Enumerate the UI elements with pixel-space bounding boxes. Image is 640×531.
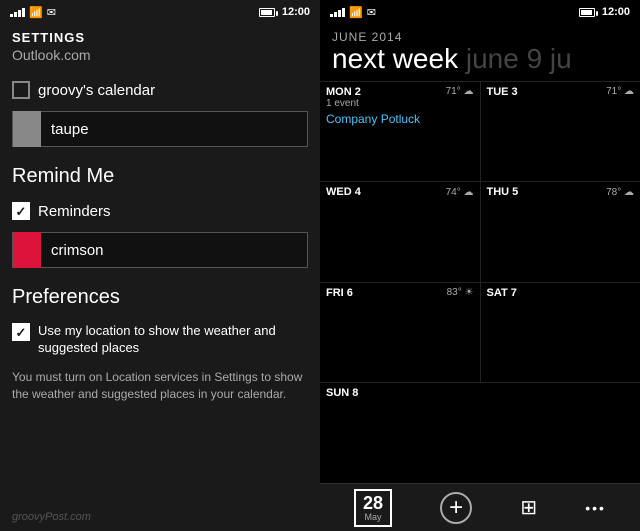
fri6-weather: 83° ☀ xyxy=(447,287,474,298)
day-tue3[interactable]: TUE 3 71° ☁ xyxy=(481,82,640,182)
location-pref-label: Use my location to show the weather and … xyxy=(38,323,308,357)
status-bar-right: 📶 ✉ 12:00 xyxy=(320,0,640,24)
day-sat7[interactable]: SAT 7 xyxy=(481,283,640,383)
cal-date-number: 28 xyxy=(363,494,383,512)
tue3-header: TUE 3 71° ☁ xyxy=(487,86,635,98)
outlook-account: Outlook.com xyxy=(0,47,320,73)
preferences-title: Preferences xyxy=(0,272,320,315)
cal-date-month: May xyxy=(365,512,382,522)
day-wed4[interactable]: WED 4 74° ☁ xyxy=(320,182,481,282)
settings-panel: 📶 ✉ 12:00 SETTINGS Outlook.com groovy's … xyxy=(0,0,320,531)
groovy-calendar-label: groovy's calendar xyxy=(38,82,155,99)
wed4-header: WED 4 74° ☁ xyxy=(326,186,474,198)
calendar-grid: MON 2 71° ☁ 1 event Company Potluck TUE … xyxy=(320,81,640,483)
mon2-header: MON 2 71° ☁ xyxy=(326,86,474,98)
week-row-4: SUN 8 xyxy=(320,382,640,483)
thu5-label: THU 5 xyxy=(487,186,519,198)
fri6-header: FRI 6 83° ☀ xyxy=(326,287,474,299)
cal-date-widget[interactable]: 28 May xyxy=(354,489,392,527)
wed4-label: WED 4 xyxy=(326,186,361,198)
reminders-check-row[interactable]: Reminders xyxy=(0,194,320,228)
battery-icon-right xyxy=(579,8,595,17)
settings-title: SETTINGS xyxy=(0,24,320,47)
fri6-label: FRI 6 xyxy=(326,287,353,299)
month-year-label: JUNE 2014 xyxy=(332,30,628,44)
add-event-button[interactable]: + xyxy=(432,488,480,528)
location-pref-row[interactable]: Use my location to show the weather and … xyxy=(0,315,320,365)
wifi-icon: 📶 xyxy=(29,6,43,19)
view-toggle-button[interactable]: ⊞ xyxy=(512,494,545,522)
remind-me-title: Remind Me xyxy=(0,151,320,194)
crimson-swatch xyxy=(13,232,41,268)
status-bar-left: 📶 ✉ 12:00 xyxy=(0,0,320,24)
taupe-color-row[interactable]: taupe xyxy=(12,111,308,147)
calendar-check-row[interactable]: groovy's calendar xyxy=(0,73,320,107)
day-fri6[interactable]: FRI 6 83° ☀ xyxy=(320,283,481,383)
reminders-label: Reminders xyxy=(38,203,111,220)
week-date-text: june 9 ju xyxy=(466,43,572,74)
location-pref-checkbox[interactable] xyxy=(12,323,30,341)
calendar-header: JUNE 2014 next week june 9 ju xyxy=(320,24,640,75)
sun8-label: SUN 8 xyxy=(326,387,358,399)
message-icon: ✉ xyxy=(47,6,56,19)
crimson-color-row[interactable]: crimson xyxy=(12,232,308,268)
taupe-swatch xyxy=(13,111,41,147)
thu5-weather: 78° ☁ xyxy=(606,187,634,198)
signal-icons: 📶 ✉ xyxy=(10,6,56,19)
day-empty xyxy=(480,383,640,483)
view-icon: ⊞ xyxy=(520,498,537,518)
bottom-toolbar: 28 May + ⊞ ••• xyxy=(320,483,640,531)
status-time-left: 12:00 xyxy=(282,6,310,18)
mon2-event[interactable]: Company Potluck xyxy=(326,112,474,126)
groovy-calendar-checkbox[interactable] xyxy=(12,81,30,99)
sun8-header: SUN 8 xyxy=(326,387,474,399)
mon2-weather: 71° ☁ xyxy=(446,86,474,97)
signal-bars xyxy=(10,8,25,17)
day-mon2[interactable]: MON 2 71° ☁ 1 event Company Potluck xyxy=(320,82,481,182)
week-row-3: FRI 6 83° ☀ SAT 7 xyxy=(320,282,640,383)
tue3-label: TUE 3 xyxy=(487,86,518,98)
wifi-icon-right: 📶 xyxy=(349,6,363,19)
day-thu5[interactable]: THU 5 78° ☁ xyxy=(481,182,640,282)
more-options-button[interactable]: ••• xyxy=(577,497,614,519)
status-time-right: 12:00 xyxy=(602,6,630,18)
week-title-text: next week xyxy=(332,43,458,74)
mon2-event-count: 1 event xyxy=(326,98,474,109)
crimson-label: crimson xyxy=(41,242,114,259)
sat7-header: SAT 7 xyxy=(487,287,635,299)
day-sun8[interactable]: SUN 8 xyxy=(320,383,480,483)
week-row-1: MON 2 71° ☁ 1 event Company Potluck TUE … xyxy=(320,81,640,182)
signal-icons-right: 📶 ✉ xyxy=(330,6,376,19)
tue3-weather: 71° ☁ xyxy=(606,86,634,97)
watermark: groovyPost.com xyxy=(0,503,320,531)
wed4-weather: 74° ☁ xyxy=(446,187,474,198)
calendar-date-button[interactable]: 28 May xyxy=(346,485,400,531)
battery-icon xyxy=(259,8,275,17)
reminders-checkbox[interactable] xyxy=(12,202,30,220)
thu5-header: THU 5 78° ☁ xyxy=(487,186,635,198)
week-title: next week june 9 ju xyxy=(332,44,628,75)
mon2-label: MON 2 xyxy=(326,86,361,98)
calendar-panel: 📶 ✉ 12:00 JUNE 2014 next week june 9 ju … xyxy=(320,0,640,531)
taupe-label: taupe xyxy=(41,121,99,138)
week-row-2: WED 4 74° ☁ THU 5 78° ☁ xyxy=(320,181,640,282)
sat7-label: SAT 7 xyxy=(487,287,517,299)
message-icon-right: ✉ xyxy=(367,6,376,19)
location-pref-note: You must turn on Location services in Se… xyxy=(0,365,320,403)
more-icon: ••• xyxy=(585,501,606,515)
signal-bars-right xyxy=(330,8,345,17)
add-icon: + xyxy=(440,492,472,524)
